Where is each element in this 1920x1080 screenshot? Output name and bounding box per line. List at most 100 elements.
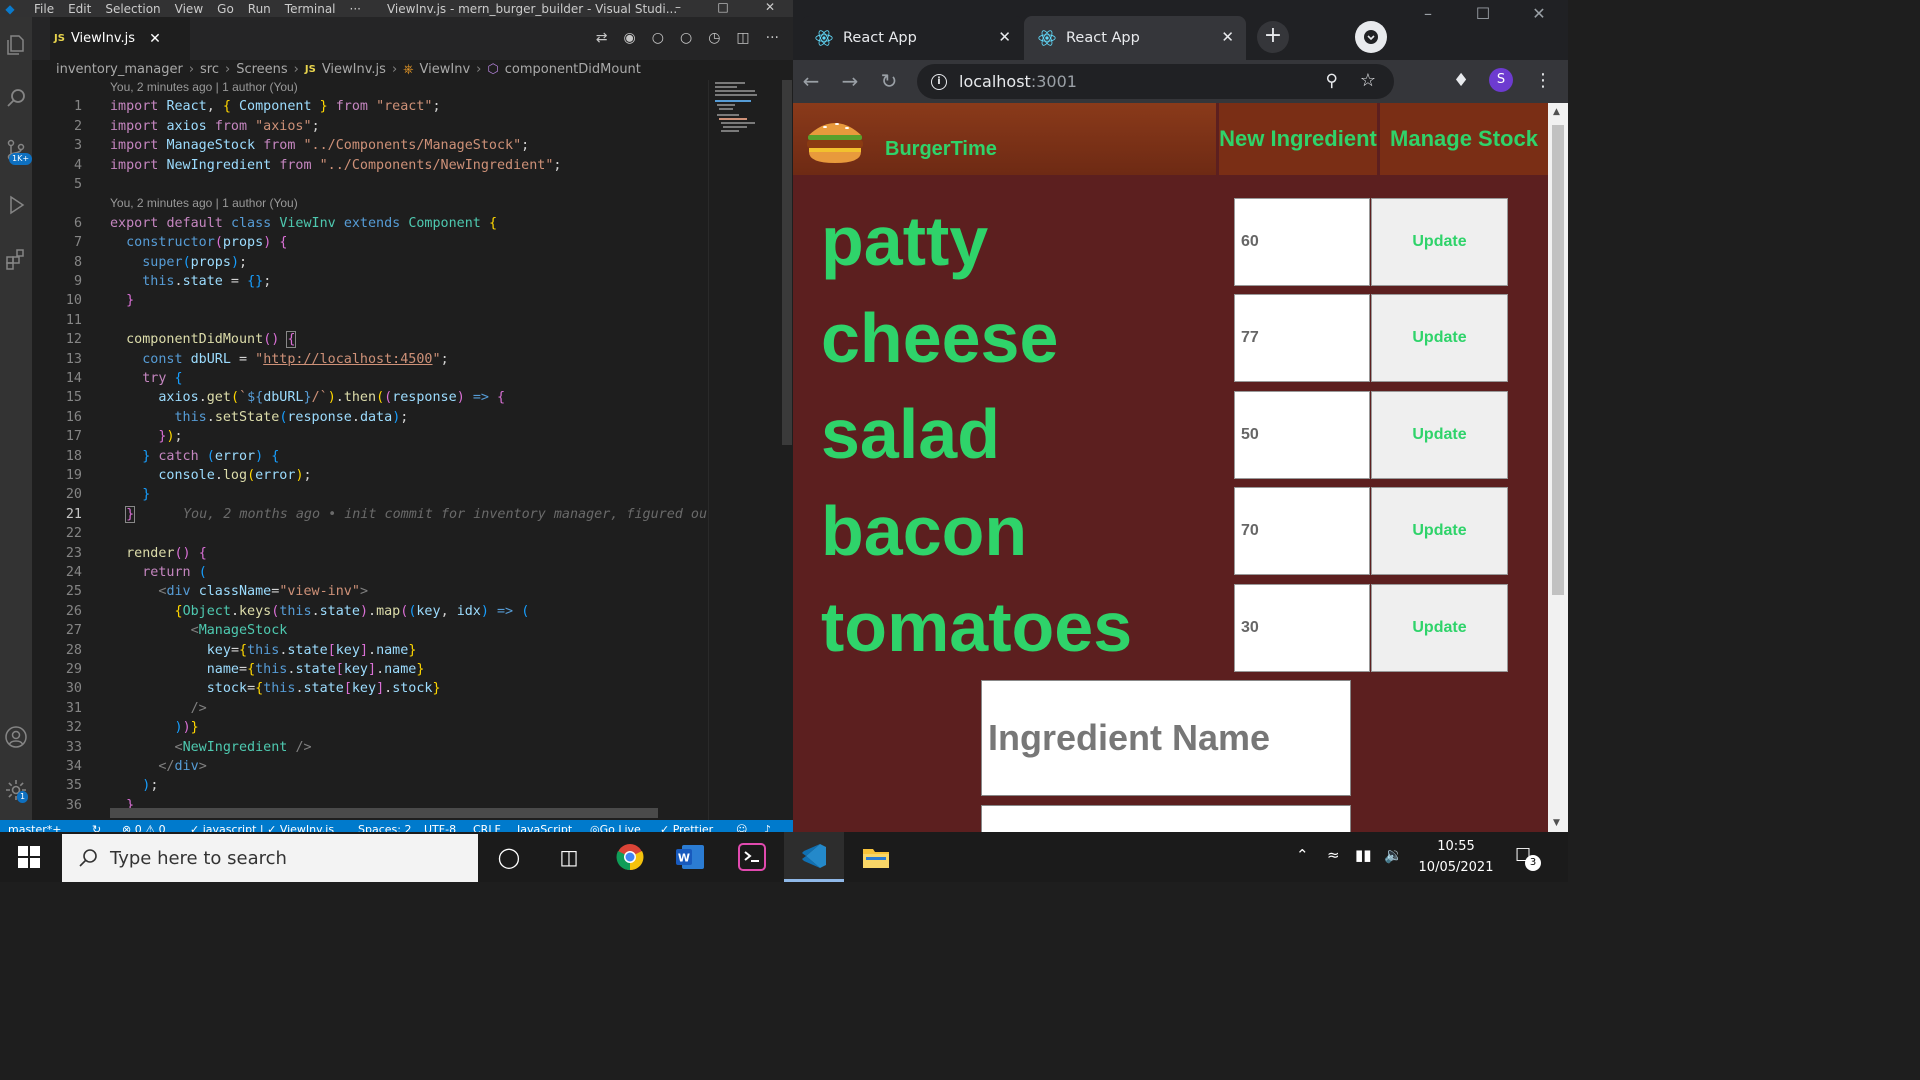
update-button[interactable]: Update: [1371, 584, 1508, 672]
editor-vertical-scrollbar[interactable]: [780, 80, 793, 820]
update-button[interactable]: Update: [1371, 487, 1508, 575]
vscode-app-icon[interactable]: [784, 832, 844, 882]
zoom-icon[interactable]: ⚲: [1326, 71, 1338, 91]
manage-gear-icon[interactable]: 1: [3, 777, 29, 803]
prettier-status[interactable]: ✓ Prettier: [660, 820, 713, 832]
stock-input[interactable]: 30: [1234, 584, 1370, 672]
go-live-button[interactable]: ◎ Go Live: [590, 820, 641, 832]
search-icon[interactable]: [3, 85, 29, 111]
show-hidden-icons-chevron[interactable]: ⌃: [1296, 846, 1309, 864]
update-button[interactable]: Update: [1371, 294, 1508, 382]
problems-indicator[interactable]: ⊗ 0 ⚠ 0: [122, 820, 166, 832]
task-view-icon[interactable]: ◫: [539, 832, 599, 882]
word-app-icon[interactable]: W: [661, 832, 721, 882]
taskbar-search-box[interactable]: Type here to search: [62, 834, 478, 882]
back-arrow-icon[interactable]: ←: [797, 68, 825, 96]
timeline-icon[interactable]: ◷: [708, 30, 720, 46]
notifications-icon[interactable]: ☐ 3: [1515, 845, 1541, 871]
terminal-app-icon[interactable]: [722, 832, 782, 882]
menu-more[interactable]: ···: [350, 2, 361, 16]
editor-horizontal-scrollbar[interactable]: [110, 808, 658, 818]
browser-tab-1[interactable]: React App ✕: [801, 16, 1023, 60]
scroll-up-icon[interactable]: ▲: [1553, 107, 1560, 117]
chrome-app-icon[interactable]: [600, 832, 660, 882]
accounts-icon[interactable]: [3, 724, 29, 750]
breadcrumb-class[interactable]: ViewInv: [420, 62, 471, 77]
feedback-icon[interactable]: ☺: [736, 820, 747, 832]
encoding[interactable]: UTF-8: [424, 820, 456, 832]
maximize-button[interactable]: □: [703, 0, 743, 17]
extensions-puzzle-icon[interactable]: ♦: [1453, 70, 1469, 91]
sync-icon[interactable]: ↻: [92, 820, 101, 832]
tab-search-button[interactable]: [1355, 21, 1387, 53]
breadcrumb-src[interactable]: src: [200, 62, 219, 77]
bell-icon[interactable]: ♪: [764, 820, 771, 832]
language-mode[interactable]: JavaScript: [517, 820, 572, 832]
git-branch[interactable]: master*+: [8, 820, 62, 832]
new-tab-button[interactable]: +: [1257, 21, 1289, 53]
browser-close-button[interactable]: ✕: [1519, 4, 1559, 23]
stock-input[interactable]: 50: [1234, 391, 1370, 479]
site-info-icon[interactable]: i: [931, 73, 947, 90]
update-button[interactable]: Update: [1371, 198, 1508, 286]
ingredient-name-input[interactable]: Ingredient Name: [981, 680, 1351, 796]
tab-viewinv[interactable]: JS ViewInv.js ✕: [50, 17, 190, 60]
split-editor-icon[interactable]: ◫: [736, 30, 749, 46]
battery-icon[interactable]: ▮▮: [1355, 846, 1372, 864]
bookmark-star-icon[interactable]: ☆: [1360, 70, 1376, 91]
reload-icon[interactable]: ↻: [875, 68, 903, 96]
source-control-icon[interactable]: 1K+: [3, 137, 33, 165]
codelens[interactable]: You, 2 minutes ago | 1 author (You): [110, 196, 298, 210]
menu-terminal[interactable]: Terminal: [285, 2, 336, 16]
extensions-icon[interactable]: [3, 246, 29, 272]
breadcrumb-file[interactable]: ViewInv.js: [322, 62, 386, 77]
brand-name[interactable]: BurgerTime: [885, 138, 997, 161]
file-explorer-icon[interactable]: [846, 832, 906, 882]
menu-edit[interactable]: Edit: [68, 2, 91, 16]
next-change-icon[interactable]: ○: [680, 30, 692, 46]
scroll-thumb[interactable]: [1552, 125, 1564, 595]
explorer-icon[interactable]: [3, 32, 29, 58]
ingredient-stock-input[interactable]: [981, 805, 1351, 832]
browser-tab-2[interactable]: React App ✕: [1024, 16, 1246, 60]
breadcrumb-screens[interactable]: Screens: [236, 62, 287, 77]
nav-new-ingredient[interactable]: New Ingredient: [1216, 103, 1377, 175]
cortana-icon[interactable]: ◯: [479, 832, 539, 882]
browser-minimize-button[interactable]: –: [1408, 4, 1448, 23]
line-ending[interactable]: CRLF: [473, 820, 501, 832]
minimize-button[interactable]: –: [658, 0, 698, 17]
compare-changes-icon[interactable]: ⇄: [596, 30, 608, 46]
menu-view[interactable]: View: [175, 2, 203, 16]
update-button[interactable]: Update: [1371, 391, 1508, 479]
stock-input[interactable]: 60: [1234, 198, 1370, 286]
scroll-down-icon[interactable]: ▼: [1553, 818, 1560, 828]
eslint-status[interactable]: ✓ javascript | ✓ ViewInv.js: [190, 820, 334, 832]
run-debug-icon[interactable]: [3, 192, 29, 218]
browser-menu-icon[interactable]: ⋮: [1534, 70, 1552, 91]
forward-arrow-icon[interactable]: →: [836, 68, 864, 96]
tab-close-icon[interactable]: ✕: [149, 31, 161, 47]
address-bar[interactable]: i localhost:3001 ⚲ ☆: [917, 64, 1394, 99]
close-window-button[interactable]: ✕: [750, 0, 790, 17]
stock-input[interactable]: 77: [1234, 294, 1370, 382]
wifi-icon[interactable]: ≈: [1327, 846, 1340, 864]
menu-file[interactable]: File: [34, 2, 54, 16]
nav-manage-stock[interactable]: Manage Stock: [1377, 103, 1548, 175]
menu-selection[interactable]: Selection: [105, 2, 160, 16]
code-editor[interactable]: You, 2 minutes ago | 1 author (You) 1 imp…: [32, 80, 715, 820]
menu-run[interactable]: Run: [248, 2, 271, 16]
indentation[interactable]: Spaces: 2: [358, 820, 411, 832]
close-tab-icon[interactable]: ✕: [1221, 28, 1234, 46]
page-scrollbar[interactable]: ▲ ▼: [1548, 103, 1568, 832]
codelens[interactable]: You, 2 minutes ago | 1 author (You): [110, 80, 298, 94]
stock-input[interactable]: 70: [1234, 487, 1370, 575]
breadcrumb-folder[interactable]: inventory_manager: [56, 62, 183, 77]
more-actions-icon[interactable]: ···: [766, 30, 779, 46]
browser-maximize-button[interactable]: ☐: [1463, 4, 1503, 23]
close-tab-icon[interactable]: ✕: [998, 28, 1011, 46]
windows-start-icon[interactable]: [18, 846, 40, 868]
system-clock[interactable]: 10:55 10/05/2021: [1412, 836, 1500, 878]
breadcrumb-method[interactable]: componentDidMount: [505, 62, 641, 77]
profile-avatar[interactable]: S: [1489, 68, 1513, 92]
minimap[interactable]: [708, 80, 780, 820]
